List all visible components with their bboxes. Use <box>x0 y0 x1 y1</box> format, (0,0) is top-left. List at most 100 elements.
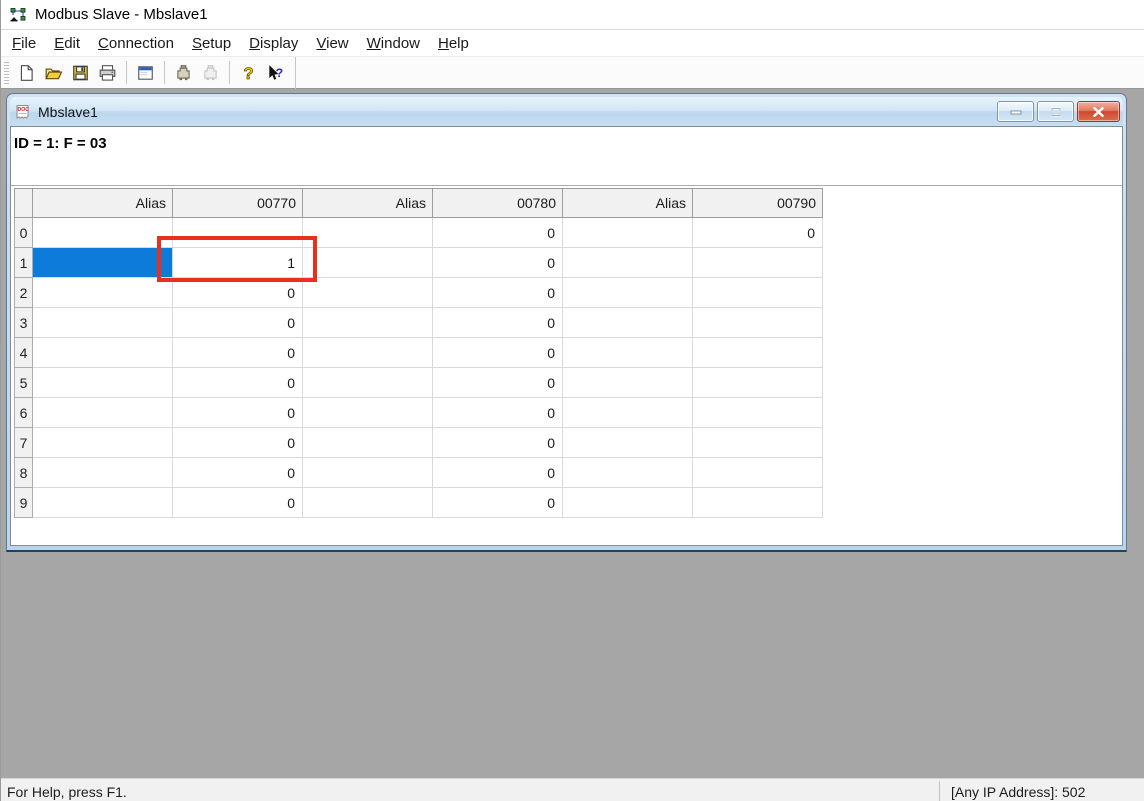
menu-item-window[interactable]: Window <box>358 32 429 55</box>
menu-item-edit[interactable]: Edit <box>45 32 89 55</box>
cell-r2-c1[interactable]: 0 <box>173 278 303 308</box>
cell-r8-c2[interactable] <box>303 458 433 488</box>
row-header-3: 3 <box>15 308 33 338</box>
cell-r2-c5[interactable] <box>693 278 823 308</box>
menu-item-display[interactable]: Display <box>240 32 307 55</box>
app-logo-icon <box>9 7 27 23</box>
menu-item-connection[interactable]: Connection <box>89 32 183 55</box>
print-button[interactable] <box>94 60 121 86</box>
cell-r2-c2[interactable] <box>303 278 433 308</box>
register-grid: Alias00770Alias00780Alias00790 000110200… <box>14 188 823 518</box>
cell-r7-c1[interactable]: 0 <box>173 428 303 458</box>
cell-r5-c0[interactable] <box>33 368 173 398</box>
cell-r7-c5[interactable] <box>693 428 823 458</box>
menu-item-file[interactable]: File <box>3 32 45 55</box>
cell-r4-c1[interactable]: 0 <box>173 338 303 368</box>
cell-r1-c1[interactable]: 1 <box>173 248 303 278</box>
menu-item-setup[interactable]: Setup <box>183 32 240 55</box>
cell-r6-c0[interactable] <box>33 398 173 428</box>
cell-r0-c3[interactable]: 0 <box>433 218 563 248</box>
new-button[interactable] <box>13 60 40 86</box>
cell-r5-c4[interactable] <box>563 368 693 398</box>
restore-button[interactable] <box>1037 101 1074 122</box>
cell-r4-c0[interactable] <box>33 338 173 368</box>
cell-r6-c4[interactable] <box>563 398 693 428</box>
grid-row-6: 6 0 0 <box>15 398 823 428</box>
cell-r3-c4[interactable] <box>563 308 693 338</box>
cell-r8-c1[interactable]: 0 <box>173 458 303 488</box>
row-header-8: 8 <box>15 458 33 488</box>
help-icon <box>239 64 258 82</box>
cell-r7-c2[interactable] <box>303 428 433 458</box>
cell-r0-c5[interactable]: 0 <box>693 218 823 248</box>
cell-r8-c5[interactable] <box>693 458 823 488</box>
child-window-title-bar[interactable]: DOC Mbslave1 <box>10 97 1123 126</box>
toolbar-separator <box>295 57 296 89</box>
cell-r3-c3[interactable]: 0 <box>433 308 563 338</box>
cell-r0-c1[interactable] <box>173 218 303 248</box>
cell-r4-c2[interactable] <box>303 338 433 368</box>
display-setup-button[interactable] <box>132 60 159 86</box>
cell-r4-c3[interactable]: 0 <box>433 338 563 368</box>
cell-r1-c2[interactable] <box>303 248 433 278</box>
cell-r2-c0[interactable] <box>33 278 173 308</box>
cell-r9-c2[interactable] <box>303 488 433 518</box>
cell-r0-c0[interactable] <box>33 218 173 248</box>
menu-item-help[interactable]: Help <box>429 32 478 55</box>
cell-r3-c2[interactable] <box>303 308 433 338</box>
cell-r9-c0[interactable] <box>33 488 173 518</box>
cell-r8-c0[interactable] <box>33 458 173 488</box>
cell-r2-c3[interactable]: 0 <box>433 278 563 308</box>
cell-r2-c4[interactable] <box>563 278 693 308</box>
cell-r3-c1[interactable]: 0 <box>173 308 303 338</box>
row-header-9: 9 <box>15 488 33 518</box>
cell-r3-c0[interactable] <box>33 308 173 338</box>
cell-r8-c3[interactable]: 0 <box>433 458 563 488</box>
menu-item-view[interactable]: View <box>307 32 357 55</box>
cell-r6-c5[interactable] <box>693 398 823 428</box>
save-button[interactable] <box>67 60 94 86</box>
cell-r5-c2[interactable] <box>303 368 433 398</box>
modbus-slave-application: Modbus Slave - Mbslave1 FileEditConnecti… <box>0 0 1144 801</box>
cell-r8-c4[interactable] <box>563 458 693 488</box>
cell-r5-c1[interactable]: 0 <box>173 368 303 398</box>
cell-r7-c4[interactable] <box>563 428 693 458</box>
mdi-client-area: DOC Mbslave1 ID = 1: F = 0 <box>1 89 1144 778</box>
cell-r7-c3[interactable]: 0 <box>433 428 563 458</box>
status-ip-port-text: [Any IP Address]: 502 <box>951 784 1085 800</box>
toolbar-gripper[interactable] <box>4 62 9 84</box>
cell-r4-c4[interactable] <box>563 338 693 368</box>
slave-id-function-line: ID = 1: F = 03 <box>11 127 1122 186</box>
cell-r6-c2[interactable] <box>303 398 433 428</box>
cell-r5-c5[interactable] <box>693 368 823 398</box>
cell-r1-c0[interactable] <box>33 248 173 278</box>
cell-r1-c4[interactable] <box>563 248 693 278</box>
context-help-button[interactable] <box>262 60 289 86</box>
cell-r1-c5[interactable] <box>693 248 823 278</box>
cell-r0-c4[interactable] <box>563 218 693 248</box>
cell-r9-c3[interactable]: 0 <box>433 488 563 518</box>
cell-r7-c0[interactable] <box>33 428 173 458</box>
cell-r5-c3[interactable]: 0 <box>433 368 563 398</box>
grid-body: 000110200300400500600700800900 <box>15 218 823 518</box>
cell-r6-c1[interactable]: 0 <box>173 398 303 428</box>
connection-setup-button[interactable] <box>170 60 197 86</box>
device-traffic-icon <box>201 64 220 82</box>
cell-r9-c5[interactable] <box>693 488 823 518</box>
cell-r9-c1[interactable]: 0 <box>173 488 303 518</box>
cell-r4-c5[interactable] <box>693 338 823 368</box>
context-help-icon <box>266 64 285 82</box>
cell-r3-c5[interactable] <box>693 308 823 338</box>
cell-r6-c3[interactable]: 0 <box>433 398 563 428</box>
open-button[interactable] <box>40 60 67 86</box>
status-bar: For Help, press F1. [Any IP Address]: 50… <box>1 778 1144 801</box>
minimize-button[interactable] <box>997 101 1034 122</box>
column-header-00790: 00790 <box>693 189 823 218</box>
cell-r1-c3[interactable]: 0 <box>433 248 563 278</box>
close-button[interactable] <box>1077 101 1120 122</box>
cell-r0-c2[interactable] <box>303 218 433 248</box>
row-header-6: 6 <box>15 398 33 428</box>
row-header-0: 0 <box>15 218 33 248</box>
help-button[interactable] <box>235 60 262 86</box>
cell-r9-c4[interactable] <box>563 488 693 518</box>
